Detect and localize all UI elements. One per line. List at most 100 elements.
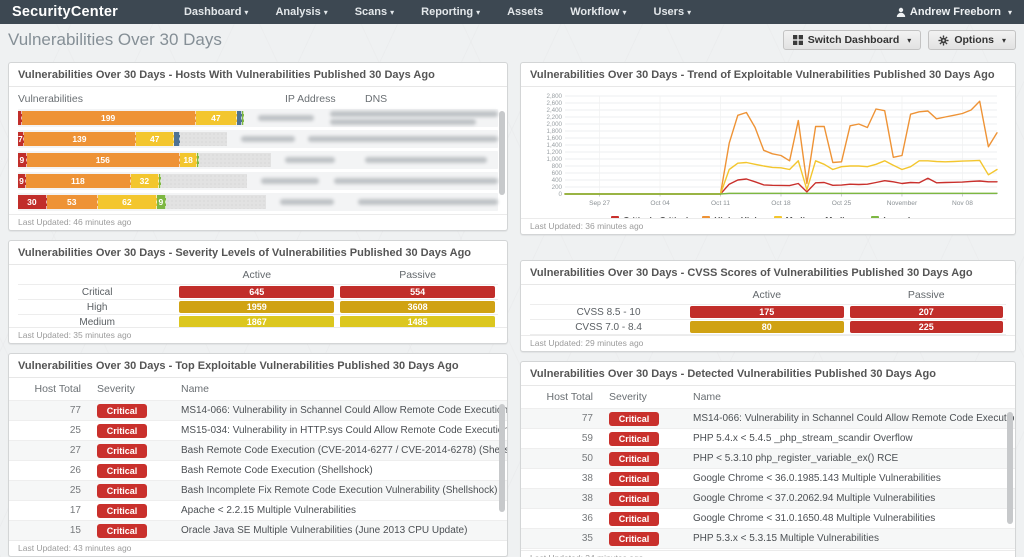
bar-segment-value: 118 — [70, 176, 85, 186]
bar-segment-medium[interactable]: 47 — [136, 132, 175, 146]
svg-text:2,800: 2,800 — [547, 93, 563, 100]
bar-segment-critical[interactable]: 30 — [18, 195, 47, 209]
nav-item-workflow[interactable]: Workflow ▾ — [570, 6, 626, 18]
bar-remainder — [199, 153, 271, 167]
host-row[interactable]: 7 139 47 — [18, 130, 498, 148]
matrix-value-bar: 80 — [690, 321, 844, 333]
legend-item-critical-critical[interactable]: Critical - Critical — [611, 215, 688, 218]
legend-item-high-high[interactable]: High - High — [702, 215, 760, 218]
nav-item-scans[interactable]: Scans ▾ — [355, 6, 394, 18]
scrollbar[interactable] — [499, 111, 505, 195]
vulnerability-name: Google Chrome < 31.0.1650.48 Multiple Vu… — [693, 513, 936, 524]
bar-segment-medium[interactable]: 47 — [195, 111, 237, 125]
switch-dashboard-button[interactable]: Switch Dashboard ▾ — [782, 30, 922, 50]
vulnerability-name: Google Chrome < 36.0.1985.143 Multiple V… — [693, 473, 941, 484]
nav-item-label: Scans — [354, 6, 388, 18]
host-row[interactable]: 30 53 62 9 — [18, 193, 498, 211]
severity-cell: Critical — [81, 463, 177, 478]
bar-segment-high[interactable]: 139 — [23, 132, 137, 146]
matrix-cell-active[interactable]: 1867 — [176, 315, 337, 327]
host-row[interactable]: 199 47 — [18, 109, 498, 127]
bar-segment-medium[interactable]: 32 — [130, 174, 160, 188]
page-title: Vulnerabilities Over 30 Days — [8, 30, 222, 49]
matrix-cell-passive[interactable]: 1485 — [337, 315, 498, 327]
chevron-down-icon: ▾ — [1001, 35, 1006, 45]
scrollbar[interactable] — [1007, 412, 1013, 524]
panel-title: Vulnerabilities Over 30 Days - Trend of … — [521, 63, 1015, 87]
vuln-stacked-bar: 9 156 18 — [18, 153, 271, 167]
table-row[interactable]: Critical — [521, 548, 1015, 550]
matrix-cell-passive[interactable]: 554 — [337, 285, 498, 299]
bar-segment-high[interactable]: 199 — [21, 111, 196, 125]
host-row[interactable]: 9 118 32 — [18, 172, 498, 190]
nav-item-assets[interactable]: Assets — [507, 6, 543, 18]
nav-item-label: Workflow — [570, 6, 620, 18]
severity-cell: Critical — [593, 511, 689, 526]
table-row[interactable]: 25 Critical MS15-034: Vulnerability in HTT… — [9, 420, 507, 440]
redacted-text — [330, 111, 498, 117]
bar-segment-critical[interactable]: 9 — [18, 174, 26, 188]
matrix-cell-active[interactable]: 1959 — [176, 300, 337, 314]
table-row[interactable]: 17 Critical Apache < 2.2.15 Multiple Vulne… — [9, 500, 507, 520]
table-row[interactable]: 27 Critical Bash Remote Code Execution (CV… — [9, 440, 507, 460]
table-row[interactable]: 25 Critical Bash Incomplete Fix Remote Cod… — [9, 480, 507, 500]
ip-address-redacted — [247, 178, 328, 184]
matrix-cell-passive[interactable]: 3608 — [337, 300, 498, 314]
host-row[interactable]: 9 156 18 — [18, 151, 498, 169]
matrix-cell-active[interactable]: 80 — [687, 320, 846, 334]
col-dns: DNS — [365, 93, 388, 105]
options-button[interactable]: Options ▾ — [928, 30, 1016, 50]
table-row[interactable]: 36 Critical Google Chrome < 31.0.1650.48 M… — [521, 508, 1015, 528]
table-row[interactable]: 38 Critical Google Chrome < 37.0.2062.94 M… — [521, 488, 1015, 508]
legend-swatch — [702, 216, 711, 218]
legend-item-low-low[interactable]: Low - Low — [871, 215, 925, 218]
table-row[interactable]: 38 Critical Google Chrome < 36.0.1985.143 … — [521, 468, 1015, 488]
panel-cvss-scores: Vulnerabilities Over 30 Days - CVSS Scor… — [520, 260, 1016, 352]
matrix-cell-passive[interactable]: 225 — [847, 320, 1006, 334]
col-name: Name — [693, 391, 722, 403]
vuln-stacked-bar: 30 53 62 9 — [18, 195, 266, 209]
severity-badge: Critical — [97, 523, 147, 538]
table-row[interactable]: 59 Critical PHP 5.4.x < 5.4.5 _php_stream_… — [521, 428, 1015, 448]
table-row[interactable]: 77 Critical MS14-066: Vulnerability in Sch… — [9, 400, 507, 420]
bar-segment-medium[interactable]: 62 — [97, 195, 158, 209]
nav-item-analysis[interactable]: Analysis ▾ — [275, 6, 327, 18]
table-row[interactable]: 35 Critical PHP 5.3.x < 5.3.15 Multiple Vu… — [521, 528, 1015, 548]
matrix-header-row: Active Passive — [530, 285, 1006, 304]
bar-segment-critical[interactable]: 9 — [18, 153, 27, 167]
bar-segment-low[interactable]: 9 — [157, 195, 166, 209]
brand-logo[interactable]: SecurityCenter — [12, 4, 118, 20]
table-row[interactable]: 26 Critical Bash Remote Code Execution (Sh… — [9, 460, 507, 480]
table-row[interactable]: 50 Critical PHP < 5.3.10 php_register_vari… — [521, 448, 1015, 468]
legend-item-medium-medium[interactable]: Medium - Medium — [773, 215, 857, 218]
matrix-cell-passive[interactable]: 207 — [847, 305, 1006, 319]
scrollbar[interactable] — [499, 404, 505, 512]
dashboard-grid: Vulnerabilities Over 30 Days - Hosts Wit… — [0, 54, 1024, 557]
table-row[interactable]: 15 Critical Oracle Java SE Multiple Vulner… — [9, 520, 507, 540]
svg-text:200: 200 — [552, 184, 563, 191]
nav-item-users[interactable]: Users ▾ — [654, 6, 692, 18]
nav-item-dashboard[interactable]: Dashboard ▾ — [184, 6, 248, 18]
bar-segment-high[interactable]: 156 — [26, 153, 180, 167]
table-row[interactable]: 77 Critical MS14-066: Vulnerability in Sch… — [521, 408, 1015, 428]
matrix-cell-active[interactable]: 175 — [687, 305, 846, 319]
nav-item-label: Reporting — [421, 6, 474, 18]
svg-text:2,000: 2,000 — [547, 121, 563, 128]
legend-swatch — [773, 216, 782, 218]
last-updated: Last Updated: 46 minutes ago — [9, 214, 507, 230]
bar-segment-high[interactable]: 118 — [25, 174, 131, 188]
bar-segment-value: 9 — [19, 155, 25, 165]
bar-segment-high[interactable]: 53 — [46, 195, 98, 209]
host-total-value: 36 — [581, 513, 593, 524]
dns-redacted — [352, 199, 498, 205]
nav-item-reporting[interactable]: Reporting ▾ — [421, 6, 480, 18]
bar-segment-medium[interactable]: 18 — [179, 153, 198, 167]
bar-remainder — [160, 174, 248, 188]
options-label: Options — [954, 34, 994, 46]
legend-label: High - High — [714, 215, 759, 218]
bar-segment-value: 53 — [66, 197, 77, 207]
vulnerability-name: Bash Incomplete Fix Remote Code Executio… — [181, 485, 498, 496]
matrix-cell-active[interactable]: 645 — [176, 285, 337, 299]
user-menu[interactable]: Andrew Freeborn ▾ — [896, 6, 1012, 18]
svg-text:November: November — [887, 200, 918, 207]
